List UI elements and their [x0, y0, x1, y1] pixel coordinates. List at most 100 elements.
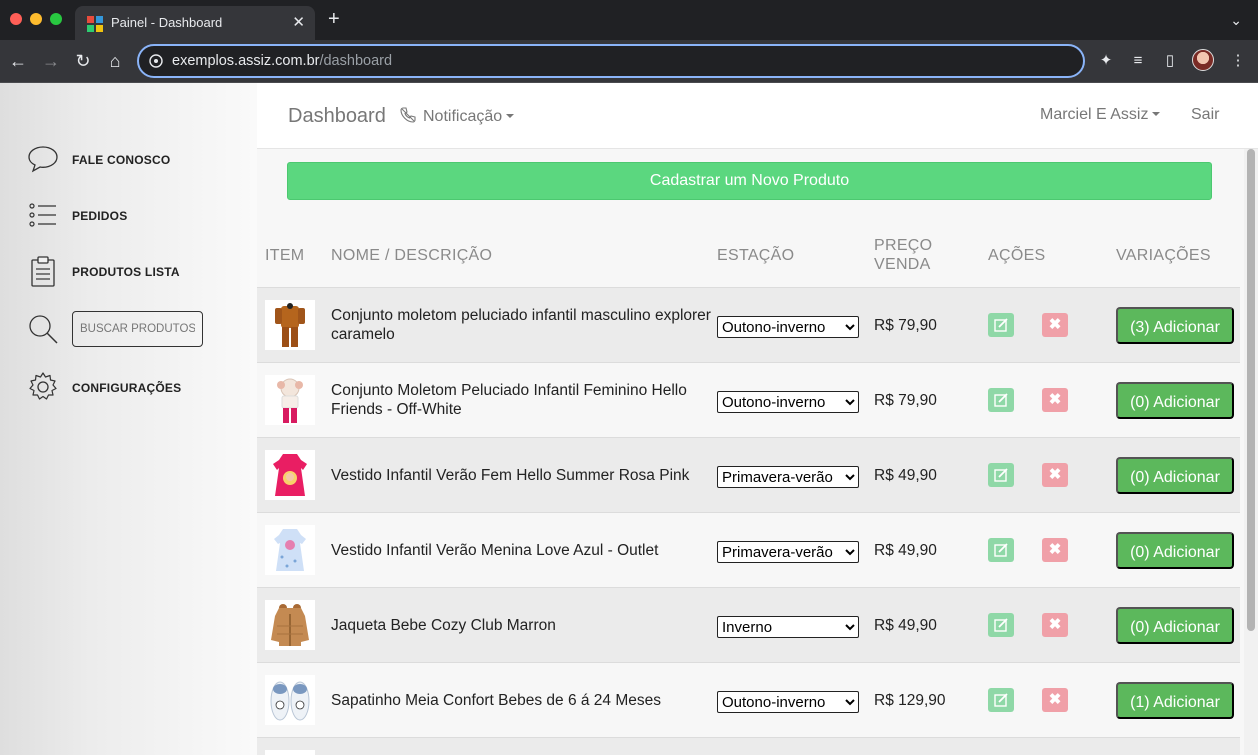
- header-variations: VARIAÇÕES: [1116, 247, 1211, 264]
- new-tab-icon[interactable]: +: [328, 9, 340, 29]
- product-name: Sapatinho Meia Confort Bebes de 6 á 24 M…: [331, 692, 662, 709]
- product-name: Conjunto Moletom Peluciado Infantil Femi…: [331, 382, 687, 418]
- browser-tab[interactable]: Painel - Dashboard ✕: [75, 6, 315, 40]
- reload-icon[interactable]: ↻: [72, 50, 94, 72]
- page-scrollbar[interactable]: [1244, 149, 1258, 755]
- close-icon: ✖: [1048, 316, 1062, 333]
- delete-button[interactable]: ✖: [1042, 688, 1068, 712]
- table-row: Vestido Infantil Verão Fem Hello Summer …: [257, 437, 1240, 512]
- edit-button[interactable]: [988, 538, 1014, 562]
- edit-button[interactable]: [988, 613, 1014, 637]
- user-dropdown[interactable]: Marciel E Assiz: [1040, 106, 1161, 124]
- add-variation-button[interactable]: (0) Adicionar: [1116, 382, 1234, 419]
- extensions-puzzle-icon[interactable]: ✦: [1096, 51, 1116, 71]
- media-queue-icon[interactable]: ≡: [1128, 51, 1148, 71]
- product-price: R$ 79,90: [874, 392, 937, 409]
- delete-button[interactable]: ✖: [1042, 538, 1068, 562]
- clipboard-icon: [31, 256, 55, 287]
- season-select[interactable]: Outono-inverno: [717, 691, 859, 713]
- search-icon[interactable]: [26, 312, 60, 346]
- search-products-input[interactable]: [72, 311, 203, 347]
- window-minimize-button[interactable]: [30, 13, 42, 25]
- sidebar: FALE CONOSCO PEDIDOS PRODUTOS LISTA BUSC…: [0, 83, 257, 755]
- user-name: Marciel E Assiz: [1040, 106, 1149, 123]
- sidebar-item-fale-conosco[interactable]: FALE CONOSCO: [26, 142, 256, 176]
- product-image: [265, 600, 315, 650]
- add-variation-button[interactable]: (0) Adicionar: [1116, 457, 1234, 494]
- add-variation-button[interactable]: (1) Adicionar: [1116, 682, 1234, 719]
- product-image: [265, 750, 315, 755]
- scrollbar-thumb[interactable]: [1247, 149, 1255, 631]
- season-select[interactable]: Primavera-verão: [717, 541, 859, 563]
- season-select[interactable]: Outono-inverno: [717, 391, 859, 413]
- season-select[interactable]: Outono-inverno: [717, 316, 859, 338]
- season-select[interactable]: Primavera-verão: [717, 466, 859, 488]
- edit-button[interactable]: [988, 463, 1014, 487]
- window-close-button[interactable]: [10, 13, 22, 25]
- add-variation-button[interactable]: (0) Adicionar: [1116, 607, 1234, 644]
- logout-link[interactable]: Sair: [1191, 106, 1219, 124]
- notification-dropdown[interactable]: Notificação: [399, 106, 515, 126]
- url-host: exemplos.assiz.com.br: [172, 53, 320, 69]
- sidebar-item-pedidos[interactable]: PEDIDOS: [26, 198, 256, 232]
- navbar-brand[interactable]: Dashboard: [288, 105, 386, 128]
- new-product-button[interactable]: Cadastrar um Novo Produto: [287, 162, 1212, 200]
- product-price: R$ 49,90: [874, 467, 937, 484]
- forward-arrow-icon[interactable]: →: [40, 50, 62, 72]
- main-content: Dashboard Notificação Marciel E Assiz Sa…: [257, 83, 1258, 755]
- edit-icon: [994, 393, 1008, 407]
- window-maximize-button[interactable]: [50, 13, 62, 25]
- add-variation-button[interactable]: (0) Adicionar: [1116, 532, 1234, 569]
- edit-icon: [994, 618, 1008, 632]
- delete-button[interactable]: ✖: [1042, 463, 1068, 487]
- header-name: NOME / DESCRIÇÃO: [331, 247, 493, 264]
- product-price: R$ 79,90: [874, 317, 937, 334]
- gear-icon: [29, 372, 57, 400]
- top-navbar: Dashboard Notificação Marciel E Assiz Sa…: [257, 83, 1258, 149]
- close-icon: ✖: [1048, 466, 1062, 483]
- tab-close-icon[interactable]: ✕: [292, 13, 305, 31]
- back-arrow-icon[interactable]: ←: [7, 50, 29, 72]
- table-row: [257, 737, 1240, 755]
- product-name: Vestido Infantil Verão Fem Hello Summer …: [331, 467, 690, 484]
- site-info-icon[interactable]: [149, 54, 163, 68]
- home-icon[interactable]: ⌂: [104, 50, 126, 72]
- phone-notification-icon: [400, 107, 416, 123]
- sidebar-item-configuracoes[interactable]: CONFIGURAÇÕES: [26, 370, 256, 404]
- edit-icon: [994, 693, 1008, 707]
- sidebar-item-produtos-lista[interactable]: PRODUTOS LISTA: [26, 254, 256, 288]
- table-row: Jaqueta Bebe Cozy Club Marron Inverno R$…: [257, 587, 1240, 662]
- side-panel-icon[interactable]: ▯: [1160, 51, 1180, 71]
- delete-button[interactable]: ✖: [1042, 613, 1068, 637]
- dashboard-favicon-icon: [87, 16, 103, 32]
- tab-title: Painel - Dashboard: [111, 15, 223, 30]
- header-item: ITEM: [265, 247, 305, 264]
- tab-search-chevron-icon[interactable]: ⌄: [1230, 12, 1242, 29]
- sidebar-label-produtos-lista: PRODUTOS LISTA: [72, 265, 180, 279]
- edit-icon: [994, 318, 1008, 332]
- edit-button[interactable]: [988, 313, 1014, 337]
- delete-button[interactable]: ✖: [1042, 313, 1068, 337]
- header-price-line2: VENDA: [874, 256, 931, 273]
- notification-caret-icon: [506, 114, 515, 118]
- product-price: R$ 49,90: [874, 542, 937, 559]
- chat-bubble-icon: [28, 146, 58, 173]
- profile-avatar[interactable]: [1192, 49, 1214, 71]
- delete-button[interactable]: ✖: [1042, 388, 1068, 412]
- edit-button[interactable]: [988, 688, 1014, 712]
- edit-button[interactable]: [988, 388, 1014, 412]
- product-image: [265, 525, 315, 575]
- address-bar[interactable]: exemplos.assiz.com.br/dashboard: [137, 44, 1085, 78]
- url-text: exemplos.assiz.com.br/dashboard: [172, 53, 392, 69]
- close-icon: ✖: [1048, 616, 1062, 633]
- season-select[interactable]: Inverno: [717, 616, 859, 638]
- product-name: Vestido Infantil Verão Menina Love Azul …: [331, 542, 659, 559]
- add-variation-button[interactable]: (3) Adicionar: [1116, 307, 1234, 344]
- user-caret-icon: [1152, 112, 1161, 116]
- product-price: R$ 49,90: [874, 617, 937, 634]
- header-actions: AÇÕES: [988, 247, 1046, 264]
- edit-icon: [994, 543, 1008, 557]
- table-row: Sapatinho Meia Confort Bebes de 6 á 24 M…: [257, 662, 1240, 737]
- browser-menu-icon[interactable]: ⋮: [1228, 51, 1248, 71]
- list-icon: [29, 203, 56, 227]
